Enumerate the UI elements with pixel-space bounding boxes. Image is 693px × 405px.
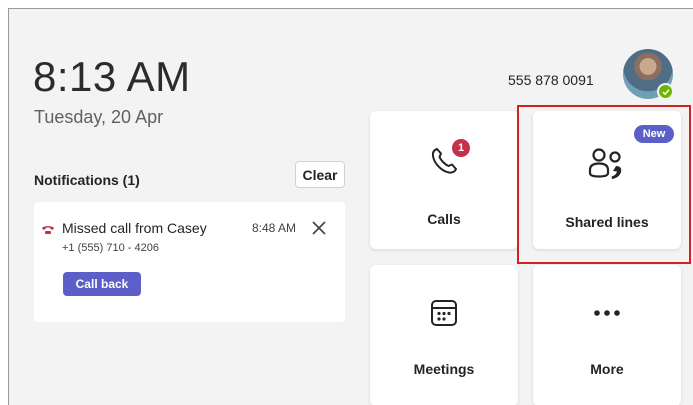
close-icon[interactable] (310, 219, 328, 237)
tile-more[interactable]: More (533, 265, 681, 405)
ellipsis-icon (594, 310, 620, 316)
notification-caller-number: +1 (555) 710 - 4206 (62, 242, 159, 254)
calendar-icon (431, 300, 457, 326)
device-screen: 8:13 AM Tuesday, 20 Apr 555 878 0091 Not… (8, 8, 693, 405)
tile-meetings[interactable]: Meetings (370, 265, 518, 405)
notification-text: Missed call from Casey (62, 220, 207, 236)
missed-call-icon (42, 226, 54, 234)
own-phone-number: 555 878 0091 (508, 72, 594, 88)
tile-calls-label: Calls (427, 211, 461, 227)
tile-meetings-label: Meetings (413, 361, 475, 377)
tile-shared-lines[interactable]: New Shared lines (533, 111, 681, 249)
avatar[interactable] (623, 49, 674, 100)
clear-notifications-button[interactable]: Clear (295, 161, 345, 188)
presence-available-icon (657, 83, 674, 100)
call-back-button[interactable]: Call back (63, 272, 141, 296)
clock-time: 8:13 AM (33, 53, 191, 100)
clock-date: Tuesday, 20 Apr (34, 107, 164, 127)
calls-count-badge: 1 (452, 139, 470, 157)
notification-item[interactable]: Missed call from Casey +1 (555) 710 - 42… (34, 202, 345, 322)
tile-shared-lines-label: Shared lines (565, 214, 649, 230)
notification-time: 8:48 AM (252, 221, 297, 235)
tile-calls[interactable]: 1 Calls (370, 111, 518, 249)
new-badge: New (634, 125, 674, 143)
shared-lines-icon (588, 148, 622, 179)
tile-more-label: More (590, 361, 624, 377)
notifications-title: Notifications (1) (34, 172, 140, 188)
